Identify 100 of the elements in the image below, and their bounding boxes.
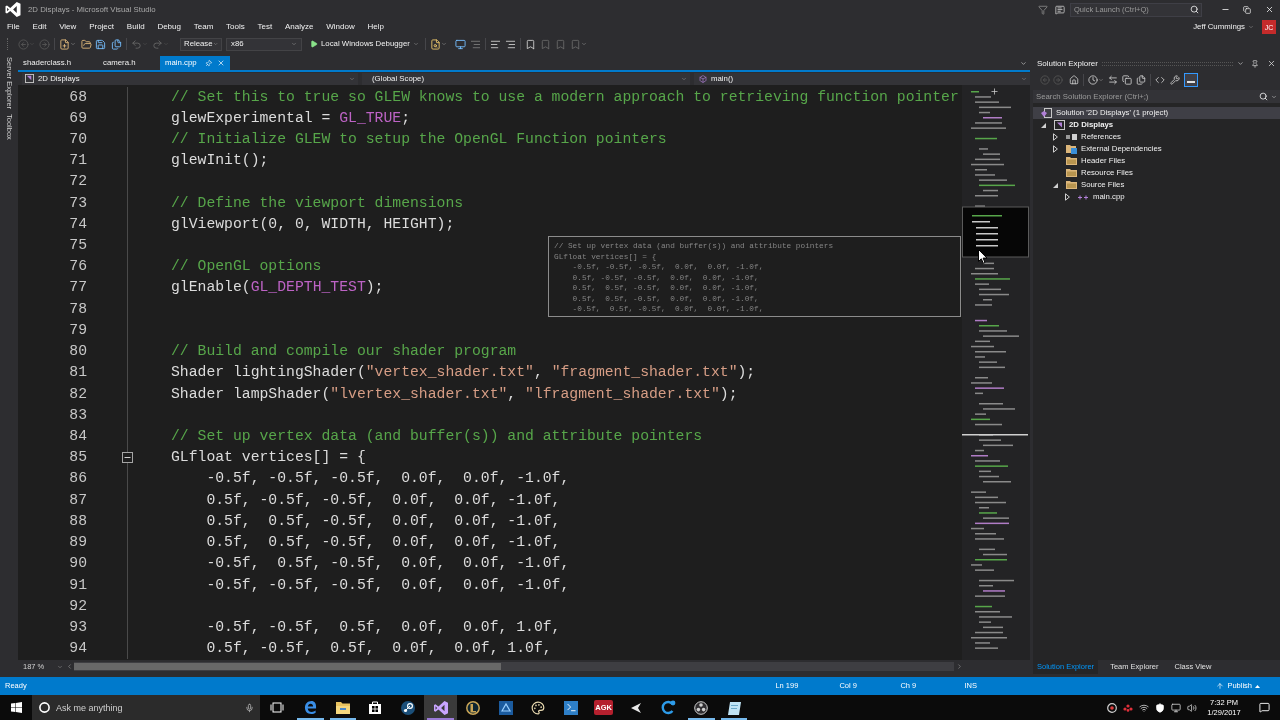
bookmark-icon[interactable]	[524, 38, 536, 50]
code-line: Shader lampShader("lvertex_shader.txt", "lfragment_shader.txt");	[171, 384, 738, 404]
filter-icon[interactable]	[1038, 4, 1048, 15]
stacked-squares-icon[interactable]	[1122, 74, 1132, 85]
toggle-panel-icon[interactable]	[1184, 72, 1198, 87]
round-logo-icon[interactable]	[1107, 702, 1117, 713]
align-right-icon[interactable]	[504, 38, 516, 50]
ring-icon	[39, 702, 50, 713]
line-number: 93	[68, 617, 87, 637]
volume-icon[interactable]	[1187, 702, 1197, 713]
save-icon[interactable]	[95, 38, 106, 50]
search-field[interactable]: Ask me anything	[32, 695, 260, 720]
code-line: // OpenGL options	[171, 257, 322, 277]
menu-item[interactable]: Tools	[219, 19, 252, 35]
arc-logo-icon	[661, 700, 677, 715]
notepad-icon	[727, 700, 741, 715]
swap-arrows-icon[interactable]	[1108, 74, 1118, 85]
expanded-arrow-icon[interactable]	[1041, 122, 1046, 128]
pin-icon[interactable]	[1251, 59, 1259, 68]
arrow-up-icon	[1216, 682, 1225, 690]
monitor-icon[interactable]	[1171, 702, 1181, 713]
line-number: 91	[68, 575, 87, 595]
arrowhead-icon	[630, 701, 643, 714]
notification-icon[interactable]	[1258, 702, 1270, 713]
code-line: Shader lightingShader("vertex_shader.txt", "fragment_shader.txt");	[171, 363, 756, 383]
file-search-icon[interactable]	[429, 38, 441, 50]
menu-item[interactable]: Help	[361, 19, 391, 35]
search-icon[interactable]	[1190, 5, 1199, 14]
clock-icon[interactable]	[1088, 74, 1098, 85]
menu-item[interactable]: Window	[319, 19, 362, 35]
menu-item[interactable]: File	[0, 19, 27, 35]
caret-icon	[681, 75, 687, 82]
folder-icon	[1066, 156, 1077, 166]
code-line: glewInit();	[171, 151, 269, 171]
line-number: 83	[68, 405, 87, 425]
files-icon[interactable]	[111, 38, 122, 50]
wrench-icon[interactable]	[1170, 74, 1180, 85]
home-icon[interactable]	[1069, 74, 1079, 85]
code-line: // Build and compile our shader program	[171, 342, 517, 362]
plus-icon[interactable]	[990, 87, 999, 96]
menu-item[interactable]: Project	[82, 19, 121, 35]
menu-item[interactable]: Analyze	[278, 19, 320, 35]
search-icon[interactable]	[1259, 92, 1268, 101]
menu-item[interactable]: Test	[251, 19, 279, 35]
caret-icon	[291, 41, 297, 47]
close-icon[interactable]	[1267, 59, 1276, 68]
files-icon[interactable]	[1136, 74, 1146, 85]
line-number: 86	[68, 469, 87, 489]
line-number: 74	[68, 214, 87, 234]
mouse-cursor-icon	[978, 249, 988, 264]
new-file-icon[interactable]	[59, 38, 70, 50]
monitor-icon[interactable]	[454, 38, 466, 50]
menu-item[interactable]: View	[52, 19, 83, 35]
restore-icon[interactable]	[1243, 5, 1251, 14]
menu-item[interactable]: Team	[187, 19, 220, 35]
infinity-logo-icon	[5, 2, 21, 17]
code-line: -0.5f, 0.5f, -0.5f, 0.0f, 0.0f, -1.0f,	[205, 554, 570, 574]
collapsed-arrow-icon[interactable]	[1065, 193, 1070, 201]
caret-icon	[412, 41, 419, 47]
line-number: 84	[68, 427, 87, 446]
minus-box-icon[interactable]	[122, 452, 133, 464]
caret-icon[interactable]	[1237, 60, 1244, 67]
wifi-icon[interactable]	[1139, 702, 1149, 713]
collapsed-arrow-icon[interactable]	[1053, 145, 1058, 153]
palette-icon	[531, 700, 546, 715]
code-icon[interactable]	[1155, 74, 1165, 85]
three-dot-circle-icon	[694, 700, 709, 715]
collapsed-arrow-icon[interactable]	[1053, 133, 1058, 141]
windows-logo-icon[interactable]	[10, 702, 22, 713]
line-number: 78	[68, 299, 87, 319]
panel-title: Solution Explorer	[1037, 59, 1098, 68]
code-line: -0.5f, -0.5f, 0.5f, 0.0f, 0.0f, 1.0f,	[205, 617, 561, 637]
horizontal-scrollbar[interactable]	[74, 662, 954, 671]
code-line: // Set up vertex data (and buffer(s)) and attribute pointers	[171, 427, 703, 446]
folder-icon	[1066, 180, 1077, 190]
open-folder-icon[interactable]	[81, 38, 92, 50]
expanded-arrow-icon[interactable]	[1053, 182, 1058, 188]
line-number: 75	[68, 236, 87, 256]
line-number: 72	[68, 172, 87, 192]
code-line: glViewport(0, 0, WIDTH, HEIGHT);	[171, 214, 455, 234]
menu-item[interactable]: Build	[120, 19, 151, 35]
round-logo-icon	[401, 700, 416, 715]
dots-icon[interactable]	[1123, 703, 1133, 712]
shield-icon[interactable]	[1155, 702, 1165, 713]
message-icon[interactable]	[1055, 4, 1065, 15]
menu-item[interactable]: Edit	[26, 19, 53, 35]
line-number: 69	[68, 108, 87, 128]
align-left-icon[interactable]	[489, 38, 501, 50]
folder-icon	[335, 701, 350, 714]
task-view-icon[interactable]	[270, 702, 284, 713]
line-number: 80	[68, 342, 87, 362]
triangle-tile-icon	[498, 700, 513, 715]
microphone-icon[interactable]	[245, 702, 254, 713]
cube-icon	[699, 74, 707, 83]
close-icon[interactable]	[1264, 5, 1274, 14]
code-line: -0.5f, -0.5f, -0.5f, 0.0f, 0.0f, -1.0f,	[205, 469, 570, 489]
line-number: 68	[68, 87, 87, 107]
code-line: 0.5f, -0.5f, -0.5f, 0.0f, 0.0f, -1.0f,	[205, 490, 561, 510]
menu-item[interactable]: Debug	[151, 19, 188, 35]
caret-icon[interactable]	[1271, 93, 1277, 100]
